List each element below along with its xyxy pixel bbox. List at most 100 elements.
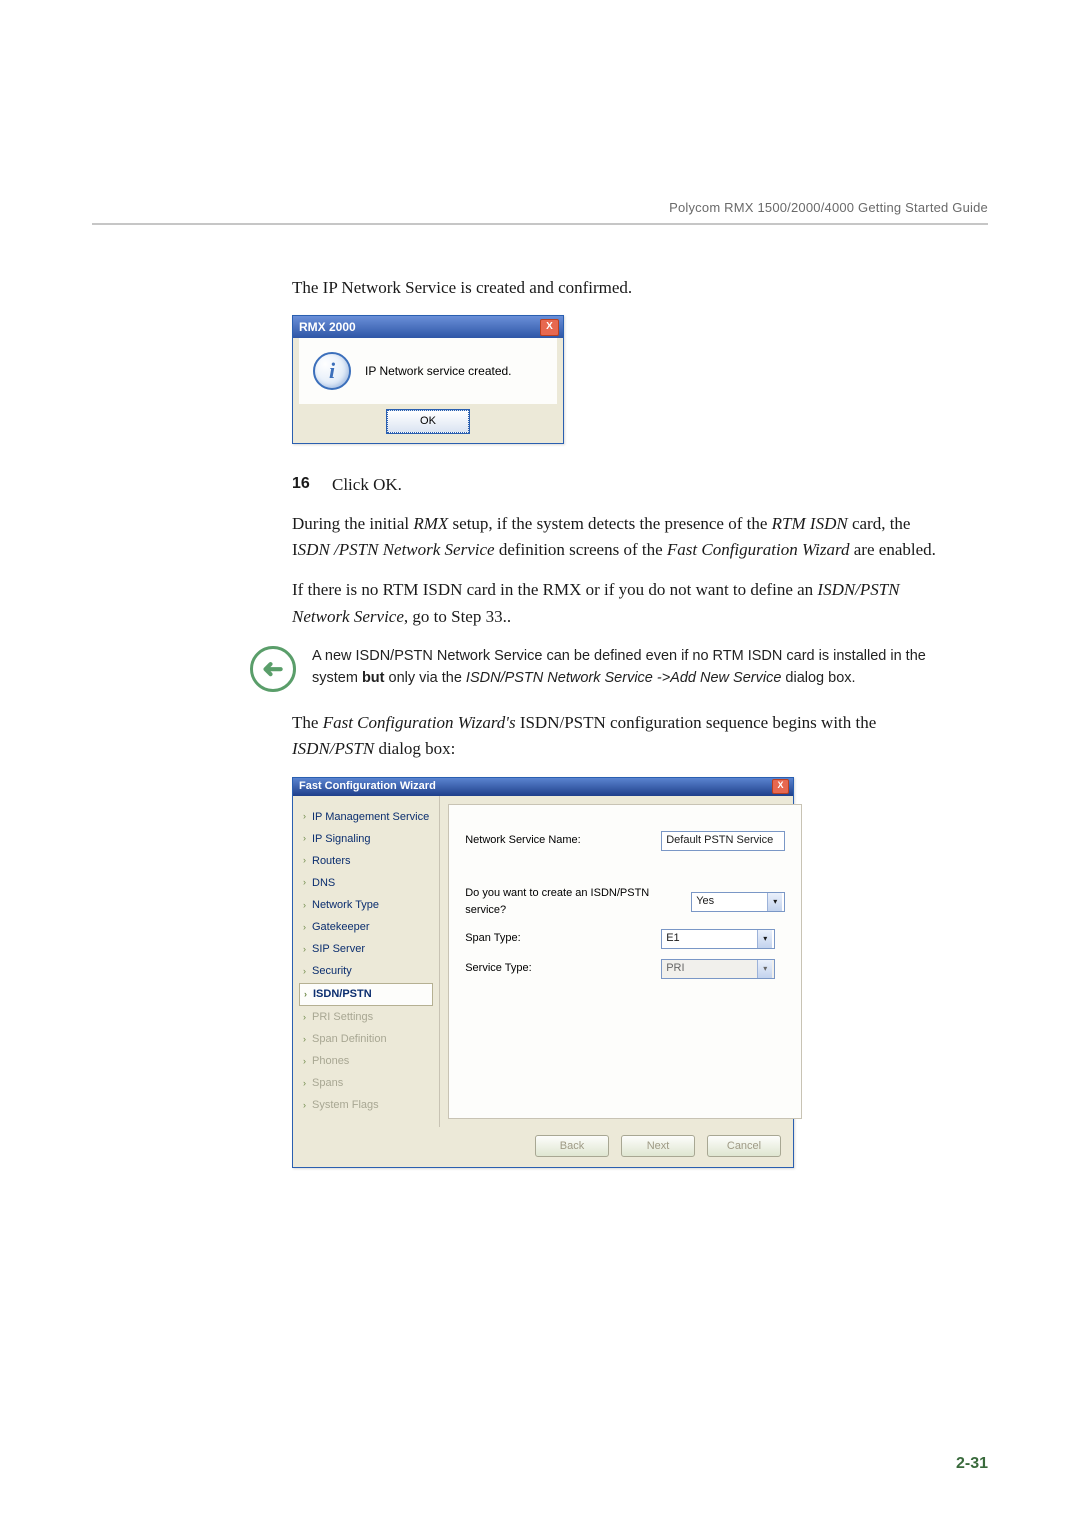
- header-rule: [92, 223, 988, 225]
- sequence-para: The Fast Configuration Wizard's ISDN/PST…: [292, 710, 952, 763]
- i: RMX: [413, 514, 448, 533]
- nav-gatekeeper[interactable]: › Gatekeeper: [299, 917, 433, 938]
- chevron-right-icon: ›: [303, 943, 306, 957]
- arrow-glyph: ➜: [262, 654, 284, 685]
- wizard-button-bar: Back Next Cancel: [293, 1127, 793, 1167]
- t: ISDN/PSTN configuration sequence begins …: [516, 713, 877, 732]
- chevron-right-icon: ›: [303, 1011, 306, 1025]
- wizard-title: Fast Configuration Wizard: [299, 778, 436, 795]
- body-column: The IP Network Service is created and co…: [292, 275, 952, 630]
- chevron-right-icon: ›: [303, 876, 306, 890]
- t: definition screens of the: [495, 540, 667, 559]
- chevron-right-icon: ›: [303, 899, 306, 913]
- row-create-question: Do you want to create an ISDN/PSTN servi…: [465, 885, 785, 919]
- ok-button[interactable]: OK: [387, 410, 469, 433]
- t: If there is no RTM ISDN card in the RMX …: [292, 580, 817, 599]
- nav-label: Span Definition: [312, 1031, 387, 1048]
- chevron-right-icon: ›: [303, 810, 306, 824]
- service-name-input[interactable]: Default PSTN Service: [661, 831, 785, 851]
- nav-dns[interactable]: › DNS: [299, 873, 433, 894]
- chevron-right-icon: ›: [303, 1099, 306, 1113]
- chevron-right-icon: ›: [303, 854, 306, 868]
- b: but: [362, 670, 385, 686]
- chevron-right-icon: ›: [303, 1077, 306, 1091]
- dialog-body: i IP Network service created.: [293, 338, 563, 404]
- nav-label: SIP Server: [312, 941, 365, 958]
- i: ISDN/PSTN Network Service ->Add New Serv…: [466, 670, 781, 686]
- chevron-right-icon: ›: [303, 832, 306, 846]
- nav-system-flags: ›System Flags: [299, 1095, 433, 1116]
- info-icon: i: [313, 352, 351, 390]
- create-service-dropdown[interactable]: Yes: [691, 892, 785, 912]
- t: dialog box:: [374, 739, 455, 758]
- step-16: 16 Click OK.: [292, 472, 952, 498]
- row-service-name: Network Service Name: Default PSTN Servi…: [465, 831, 785, 851]
- nav-routers[interactable]: ›Routers: [299, 851, 433, 872]
- row-service-type: Service Type: PRI: [465, 959, 785, 979]
- dialog-title: RMX 2000: [299, 318, 356, 337]
- wizard-nav: › IP Management Service › IP Signaling ›Ro…: [293, 796, 440, 1128]
- nav-label: PRI Settings: [312, 1009, 373, 1026]
- next-button[interactable]: Next: [621, 1135, 695, 1157]
- span-type-label: Span Type:: [465, 930, 645, 947]
- t: , go to Step 33..: [404, 607, 511, 626]
- nav-security[interactable]: ›Security: [299, 961, 433, 982]
- chevron-right-icon: ›: [303, 921, 306, 935]
- service-type-label: Service Type:: [465, 960, 645, 977]
- t: setup, if the system detects the presenc…: [448, 514, 771, 533]
- nav-ip-signaling[interactable]: › IP Signaling: [299, 829, 433, 850]
- initial-rmx-para: During the initial RMX setup, if the sys…: [292, 511, 952, 564]
- tip-arrow-icon: ➜: [250, 646, 296, 692]
- t: are enabled.: [850, 540, 936, 559]
- i: Fast Configuration Wizard's: [323, 713, 516, 732]
- row-span-type: Span Type: E1: [465, 929, 785, 949]
- nav-label: IP Signaling: [312, 831, 371, 848]
- i: RTM ISDN: [772, 514, 848, 533]
- dialog-message: IP Network service created.: [365, 362, 512, 381]
- chevron-right-icon: ›: [304, 988, 307, 1002]
- fast-config-wizard: Fast Configuration Wizard X › IP Manageme…: [292, 777, 794, 1169]
- nav-label: IP Management Service: [312, 809, 429, 826]
- body-column-2: The Fast Configuration Wizard's ISDN/PST…: [292, 710, 952, 1168]
- dialog-titlebar: RMX 2000 X: [293, 316, 563, 338]
- nav-label: Network Type: [312, 897, 379, 914]
- service-type-dropdown: PRI: [661, 959, 775, 979]
- step-text: Click OK.: [332, 472, 402, 498]
- nav-label: Phones: [312, 1053, 349, 1070]
- i: ISDN/PSTN: [292, 739, 374, 758]
- wizard-titlebar: Fast Configuration Wizard X: [293, 778, 793, 796]
- t: dialog box.: [781, 670, 855, 686]
- nav-isdn-pstn[interactable]: › ISDN/PSTN: [299, 983, 433, 1006]
- wizard-pane: Network Service Name: Default PSTN Servi…: [448, 804, 802, 1120]
- rmx-confirm-dialog: RMX 2000 X i IP Network service created.…: [292, 315, 564, 444]
- t: During the initial: [292, 514, 413, 533]
- note-text: A new ISDN/PSTN Network Service can be d…: [312, 646, 958, 690]
- nav-label: Spans: [312, 1075, 343, 1092]
- chevron-right-icon: ›: [303, 1055, 306, 1069]
- close-icon[interactable]: X: [540, 319, 559, 336]
- chevron-right-icon: ›: [303, 1033, 306, 1047]
- nav-label: Gatekeeper: [312, 919, 369, 936]
- wizard-main: › IP Management Service › IP Signaling ›Ro…: [293, 796, 793, 1128]
- nav-phones: › Phones: [299, 1051, 433, 1072]
- nav-sip-server[interactable]: › SIP Server: [299, 939, 433, 960]
- i: Fast Configuration Wizard: [667, 540, 850, 559]
- back-button[interactable]: Back: [535, 1135, 609, 1157]
- page-number: 2-31: [956, 1455, 988, 1473]
- nav-network-type[interactable]: › Network Type: [299, 895, 433, 916]
- dialog-button-row: OK: [293, 404, 563, 443]
- ip-created-text: The IP Network Service is created and co…: [292, 275, 952, 301]
- span-type-dropdown[interactable]: E1: [661, 929, 775, 949]
- chevron-right-icon: ›: [303, 965, 306, 979]
- nav-label: DNS: [312, 875, 335, 892]
- nav-pri-settings: › PRI Settings: [299, 1007, 433, 1028]
- note-row: ➜ A new ISDN/PSTN Network Service can be…: [92, 646, 988, 692]
- nav-label: ISDN/PSTN: [313, 986, 372, 1003]
- step-number: 16: [292, 472, 320, 498]
- cancel-button[interactable]: Cancel: [707, 1135, 781, 1157]
- close-icon[interactable]: X: [772, 779, 789, 794]
- t: The: [292, 713, 323, 732]
- i: SDN /PSTN Network Service: [298, 540, 495, 559]
- nav-ip-management[interactable]: › IP Management Service: [299, 807, 433, 828]
- nav-span-definition: › Span Definition: [299, 1029, 433, 1050]
